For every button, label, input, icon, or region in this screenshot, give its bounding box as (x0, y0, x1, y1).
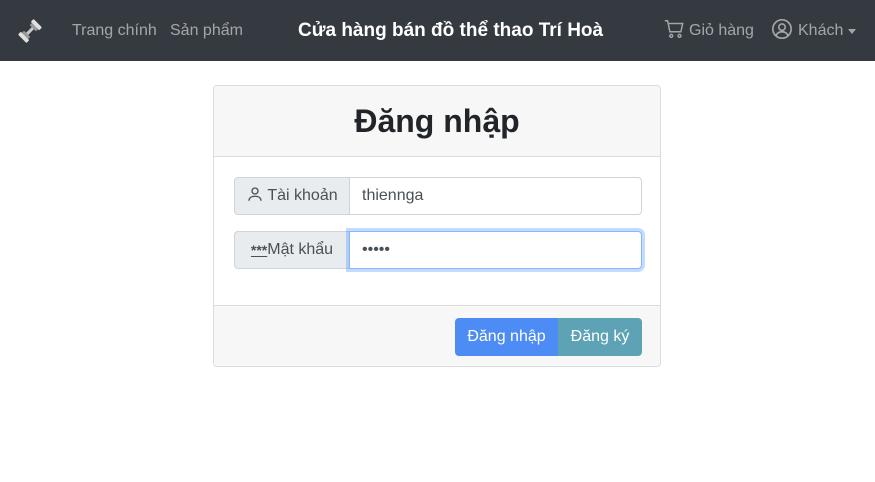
login-button[interactable]: Đăng nhập (455, 318, 558, 356)
dumbbell-icon[interactable] (16, 17, 44, 45)
login-title: Đăng nhập (354, 102, 520, 139)
nav-home-link[interactable]: Trang chính (72, 22, 157, 40)
cart-icon (663, 18, 689, 45)
user-dropdown[interactable]: Khách (771, 18, 857, 45)
person-icon (246, 185, 267, 208)
card-header: Đăng nhập (214, 86, 660, 157)
username-addon: Tài khoản (234, 177, 349, 215)
password-label: Mật khẩu (267, 241, 334, 258)
register-button[interactable]: Đăng ký (558, 318, 642, 356)
chevron-down-icon (848, 28, 857, 34)
username-group: Tài khoản (234, 177, 642, 215)
nav-products-link[interactable]: Sản phẩm (170, 22, 243, 40)
site-title: Cửa hàng bán đồ thể thao Trí Hoà (298, 20, 604, 41)
cart-label: Giỏ hàng (689, 22, 754, 39)
cart-link[interactable]: Giỏ hàng (663, 18, 754, 45)
user-label: Khách (798, 22, 844, 39)
username-label: Tài khoản (267, 187, 338, 204)
asterisk-icon: *** (250, 242, 268, 258)
user-circle-icon (771, 18, 798, 45)
password-group: *** Mật khẩu (234, 231, 642, 269)
navbar: Trang chính Sản phẩm Cửa hàng bán đồ thể… (0, 0, 875, 61)
username-input[interactable] (349, 177, 642, 215)
password-input[interactable] (349, 231, 642, 269)
login-card: Đăng nhập Tài khoản *** Mật khẩu Đăng nh… (213, 85, 661, 367)
password-addon: *** Mật khẩu (234, 231, 349, 269)
